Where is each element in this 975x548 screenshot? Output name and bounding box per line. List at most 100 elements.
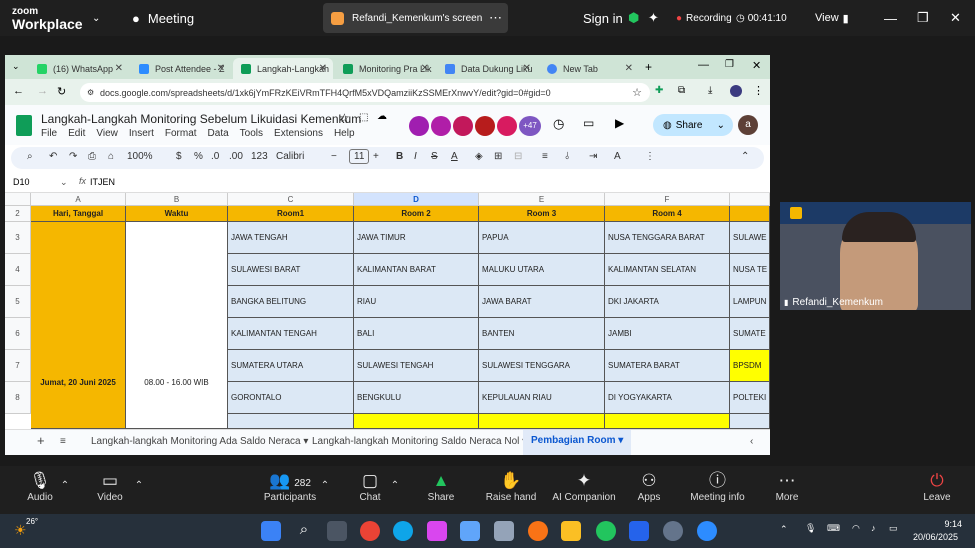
file-explorer-icon[interactable] [561, 521, 581, 541]
close-tab-icon[interactable]: ✕ [421, 63, 429, 74]
time-cell[interactable]: 08.00 - 16.00 WIB [126, 222, 228, 429]
tab-whatsapp[interactable]: (16) WhatsApp ✕ [29, 58, 129, 79]
row-header[interactable]: 3 [5, 222, 31, 254]
room-cell[interactable]: DKI JAKARTA [605, 286, 730, 318]
date-cell[interactable]: Jumat, 20 Juni 2025 [31, 222, 126, 429]
apps-button[interactable]: ⚇ Apps [614, 470, 684, 503]
room-cell[interactable]: BANGKA BELITUNG [228, 286, 354, 318]
decrease-decimal-icon[interactable]: .0 [211, 151, 219, 162]
room-cell[interactable]: BANTEN [479, 318, 605, 350]
room-cell[interactable]: BENGKULU [354, 382, 479, 414]
recording-indicator[interactable]: ● Recording [676, 0, 732, 36]
room-cell[interactable]: JAWA TIMUR [354, 222, 479, 254]
ai-companion-button[interactable]: ✦ AI Companion [544, 470, 624, 503]
menu-tools[interactable]: Tools [240, 128, 263, 139]
currency-icon[interactable]: $ [176, 151, 182, 162]
raise-hand-button[interactable]: ✋ Raise hand [476, 470, 546, 503]
row-header[interactable]: 4 [5, 254, 31, 286]
row-header[interactable]: 8 [5, 382, 31, 414]
menu-file[interactable]: File [41, 128, 57, 139]
number-format-icon[interactable]: 123 [251, 151, 268, 162]
chevron-left-icon[interactable]: ‹ [750, 436, 753, 447]
share-indicator[interactable]: Refandi_Kemenkum's screen ⋯ [323, 3, 508, 33]
room-cell[interactable]: RIAU [354, 286, 479, 318]
vertical-align-icon[interactable]: ⫰ [565, 151, 569, 162]
rotate-icon[interactable]: A [614, 151, 621, 162]
room-cell[interactable]: JAWA BARAT [479, 286, 605, 318]
back-icon[interactable]: ← [13, 85, 24, 97]
start-icon[interactable] [261, 521, 281, 541]
restore-icon[interactable]: ❐ [725, 59, 734, 70]
column-header-c[interactable]: C [228, 193, 354, 206]
comments-icon[interactable]: ▭ [583, 116, 594, 130]
menu-view[interactable]: View [96, 128, 118, 139]
search-icon[interactable]: ⌕ [294, 521, 314, 541]
extensions-puzzle-icon[interactable]: ⧉ [678, 85, 685, 96]
chrome-icon[interactable] [360, 521, 380, 541]
chrome-alt-icon[interactable] [596, 521, 616, 541]
room-cell[interactable]: SUMATERA BARAT [605, 350, 730, 382]
decrease-font-icon[interactable]: − [331, 151, 337, 162]
edge-icon[interactable] [393, 521, 413, 541]
fill-color-icon[interactable]: ◈ [475, 151, 483, 162]
more-collaborators-badge[interactable]: +47 [519, 116, 541, 136]
meeting-tab[interactable]: ● Meeting [132, 0, 194, 36]
font-select[interactable]: Calibri [276, 151, 304, 162]
minimize-icon[interactable]: — [698, 59, 709, 71]
column-header-f[interactable]: F [605, 193, 730, 206]
wifi-icon[interactable]: ◠ [852, 523, 860, 534]
document-title[interactable]: Langkah-Langkah Monitoring Sebelum Likui… [41, 112, 361, 126]
sheet-tab-ada-saldo[interactable]: Langkah-langkah Monitoring Ada Saldo Ner… [91, 436, 308, 447]
participants-options-chevron-icon[interactable]: ⌃ [318, 480, 332, 491]
room-cell[interactable]: BPSDM [730, 350, 770, 382]
corner-select[interactable] [5, 193, 31, 206]
tab-post-attendee[interactable]: Post Attendee - Z ✕ [131, 58, 231, 79]
room-cell[interactable]: GORONTALO [228, 382, 354, 414]
redo-icon[interactable]: ↷ [69, 151, 77, 162]
column-header-g[interactable] [730, 193, 770, 206]
close-tab-icon[interactable]: ✕ [319, 63, 327, 74]
clock-date[interactable]: 20/06/2025 [913, 532, 958, 542]
close-icon[interactable]: ✕ [950, 0, 961, 36]
word-icon[interactable] [629, 521, 649, 541]
leave-button[interactable]: ⏻ Leave [902, 470, 972, 503]
meeting-info-button[interactable]: ⓘ Meeting info [680, 470, 755, 503]
collaborator-avatar[interactable] [409, 116, 429, 136]
formula-input[interactable]: ITJEN [90, 177, 115, 187]
minimize-icon[interactable]: — [884, 0, 897, 36]
header-cell[interactable] [730, 206, 770, 222]
room-cell[interactable]: KEPULAUAN RIAU [479, 382, 605, 414]
url-field[interactable]: ⚙ docs.google.com/spreadsheets/d/1xk6jYm… [80, 83, 650, 102]
star-icon[interactable]: ☆ [339, 111, 350, 125]
room-cell[interactable]: MALUKU UTARA [479, 254, 605, 286]
audio-options-chevron-icon[interactable]: ⌃ [58, 480, 72, 491]
new-tab-icon[interactable]: + [645, 60, 652, 74]
ai-sparkle-icon[interactable]: ✦ [648, 0, 659, 36]
restore-icon[interactable]: ❐ [917, 0, 929, 36]
increase-decimal-icon[interactable]: .00 [229, 151, 243, 162]
menu-edit[interactable]: Edit [68, 128, 85, 139]
collapse-toolbar-icon[interactable]: ⌃ [741, 151, 749, 162]
room-cell[interactable]: POLTEKI [730, 382, 770, 414]
bold-icon[interactable]: B [396, 151, 403, 162]
history-icon[interactable]: ◷ [553, 116, 564, 132]
header-cell[interactable]: Room1 [228, 206, 354, 222]
close-tab-icon[interactable]: ✕ [625, 63, 633, 74]
collaborator-avatar[interactable] [475, 116, 495, 136]
name-box[interactable]: D10 [13, 177, 30, 187]
room-cell[interactable]: SUMATE [730, 318, 770, 350]
collaborator-avatar[interactable] [497, 116, 517, 136]
mic-tray-icon[interactable]: 🎙 [805, 523, 816, 534]
menu-format[interactable]: Format [165, 128, 197, 139]
header-cell[interactable]: Waktu [126, 206, 228, 222]
align-icon[interactable]: ≡ [542, 151, 548, 162]
tab-monitoring[interactable]: Monitoring Pra Lik ✕ [335, 58, 435, 79]
room-cell[interactable]: PAPUA [479, 222, 605, 254]
battery-icon[interactable]: ▭ [889, 523, 898, 534]
italic-icon[interactable]: I [414, 151, 417, 162]
header-cell[interactable]: Room 4 [605, 206, 730, 222]
tab-data-dukung[interactable]: Data Dukung Liku ✕ [437, 58, 537, 79]
more-tools-icon[interactable]: ⋮ [645, 151, 655, 162]
row-header[interactable]: 2 [5, 206, 31, 222]
header-cell[interactable]: Hari, Tanggal [31, 206, 126, 222]
